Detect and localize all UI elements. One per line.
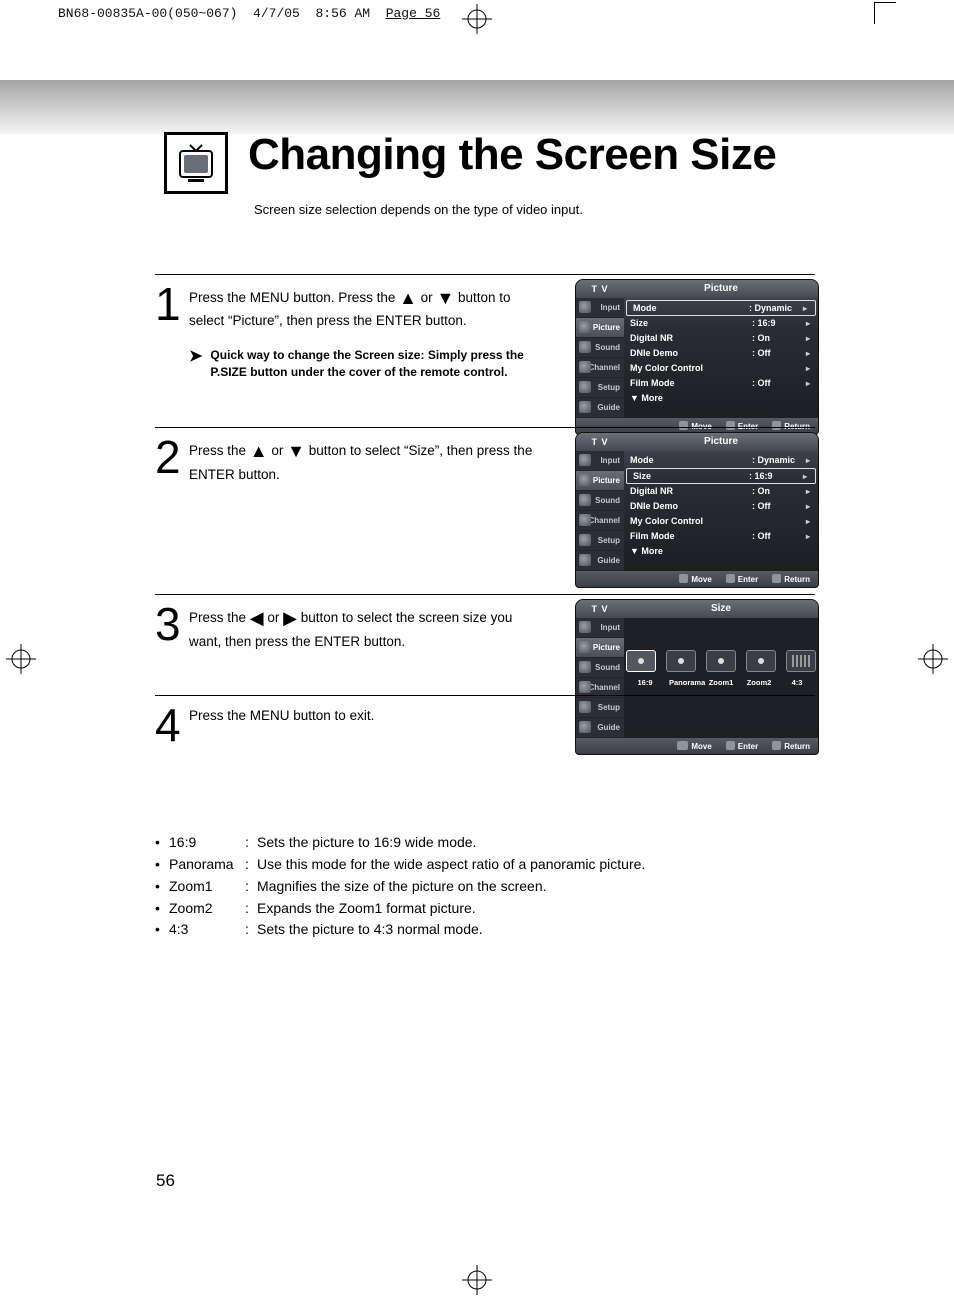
- osd-screenshot-2: T VPicture Input Picture Sound Channel S…: [575, 432, 819, 588]
- size-option-panorama: [666, 650, 696, 672]
- osd-main: Mode: Dynamic▸ Size: 16:9▸ Digital NR: O…: [624, 298, 818, 418]
- step-3: 3 Press the ◀ or ▶ button to select the …: [155, 594, 815, 671]
- size-option-4-3: [786, 650, 816, 672]
- page-title: Changing the Screen Size: [248, 130, 776, 180]
- mode-descriptions: •16:9:Sets the picture to 16:9 wide mode…: [155, 832, 815, 940]
- tip-arrow-icon: ➤: [189, 347, 202, 382]
- size-option-16-9: [626, 650, 656, 672]
- step-number: 4: [155, 702, 189, 772]
- step-number: 1: [155, 281, 189, 381]
- up-arrow-icon: ▲: [399, 288, 417, 308]
- down-arrow-icon: ▼: [287, 441, 305, 461]
- step-1: 1 Press the MENU button. Press the ▲ or …: [155, 274, 815, 381]
- tv-icon: [164, 132, 228, 194]
- osd-sidebar: Input Picture Sound Channel Setup Guide: [576, 298, 624, 418]
- osd-screenshot-1: T VPicture Input Picture Sound Channel S…: [575, 279, 819, 435]
- step-text: Press the MENU button. Press the ▲ or ▼ …: [189, 281, 539, 381]
- down-arrow-icon: ▼: [436, 288, 454, 308]
- registration-mark-icon: [462, 4, 492, 34]
- registration-mark-icon: [918, 644, 948, 674]
- step-number: 2: [155, 434, 189, 504]
- right-arrow-icon: ▶: [283, 608, 297, 628]
- page-number: 56: [156, 1171, 175, 1191]
- step-text: Press the ▲ or ▼ button to select “Size”…: [189, 434, 539, 504]
- print-header: BN68-00835A-00(050~067) 4/7/05 8:56 AM P…: [58, 6, 440, 21]
- step-number: 3: [155, 601, 189, 671]
- step-2: 2 Press the ▲ or ▼ button to select “Siz…: [155, 427, 815, 504]
- page-subtitle: Screen size selection depends on the typ…: [254, 202, 583, 217]
- up-arrow-icon: ▲: [250, 441, 268, 461]
- crop-mark-icon: [874, 2, 896, 24]
- size-option-zoom2: [746, 650, 776, 672]
- step-text: Press the ◀ or ▶ button to select the sc…: [189, 601, 539, 671]
- step-4: 4 Press the MENU button to exit.: [155, 695, 815, 772]
- registration-mark-icon: [462, 1265, 492, 1295]
- header-gradient: [0, 80, 954, 134]
- step-text: Press the MENU button to exit.: [189, 702, 539, 772]
- size-option-zoom1: [706, 650, 736, 672]
- registration-mark-icon: [6, 644, 36, 674]
- left-arrow-icon: ◀: [250, 608, 264, 628]
- tip: ➤ Quick way to change the Screen size: S…: [189, 347, 539, 382]
